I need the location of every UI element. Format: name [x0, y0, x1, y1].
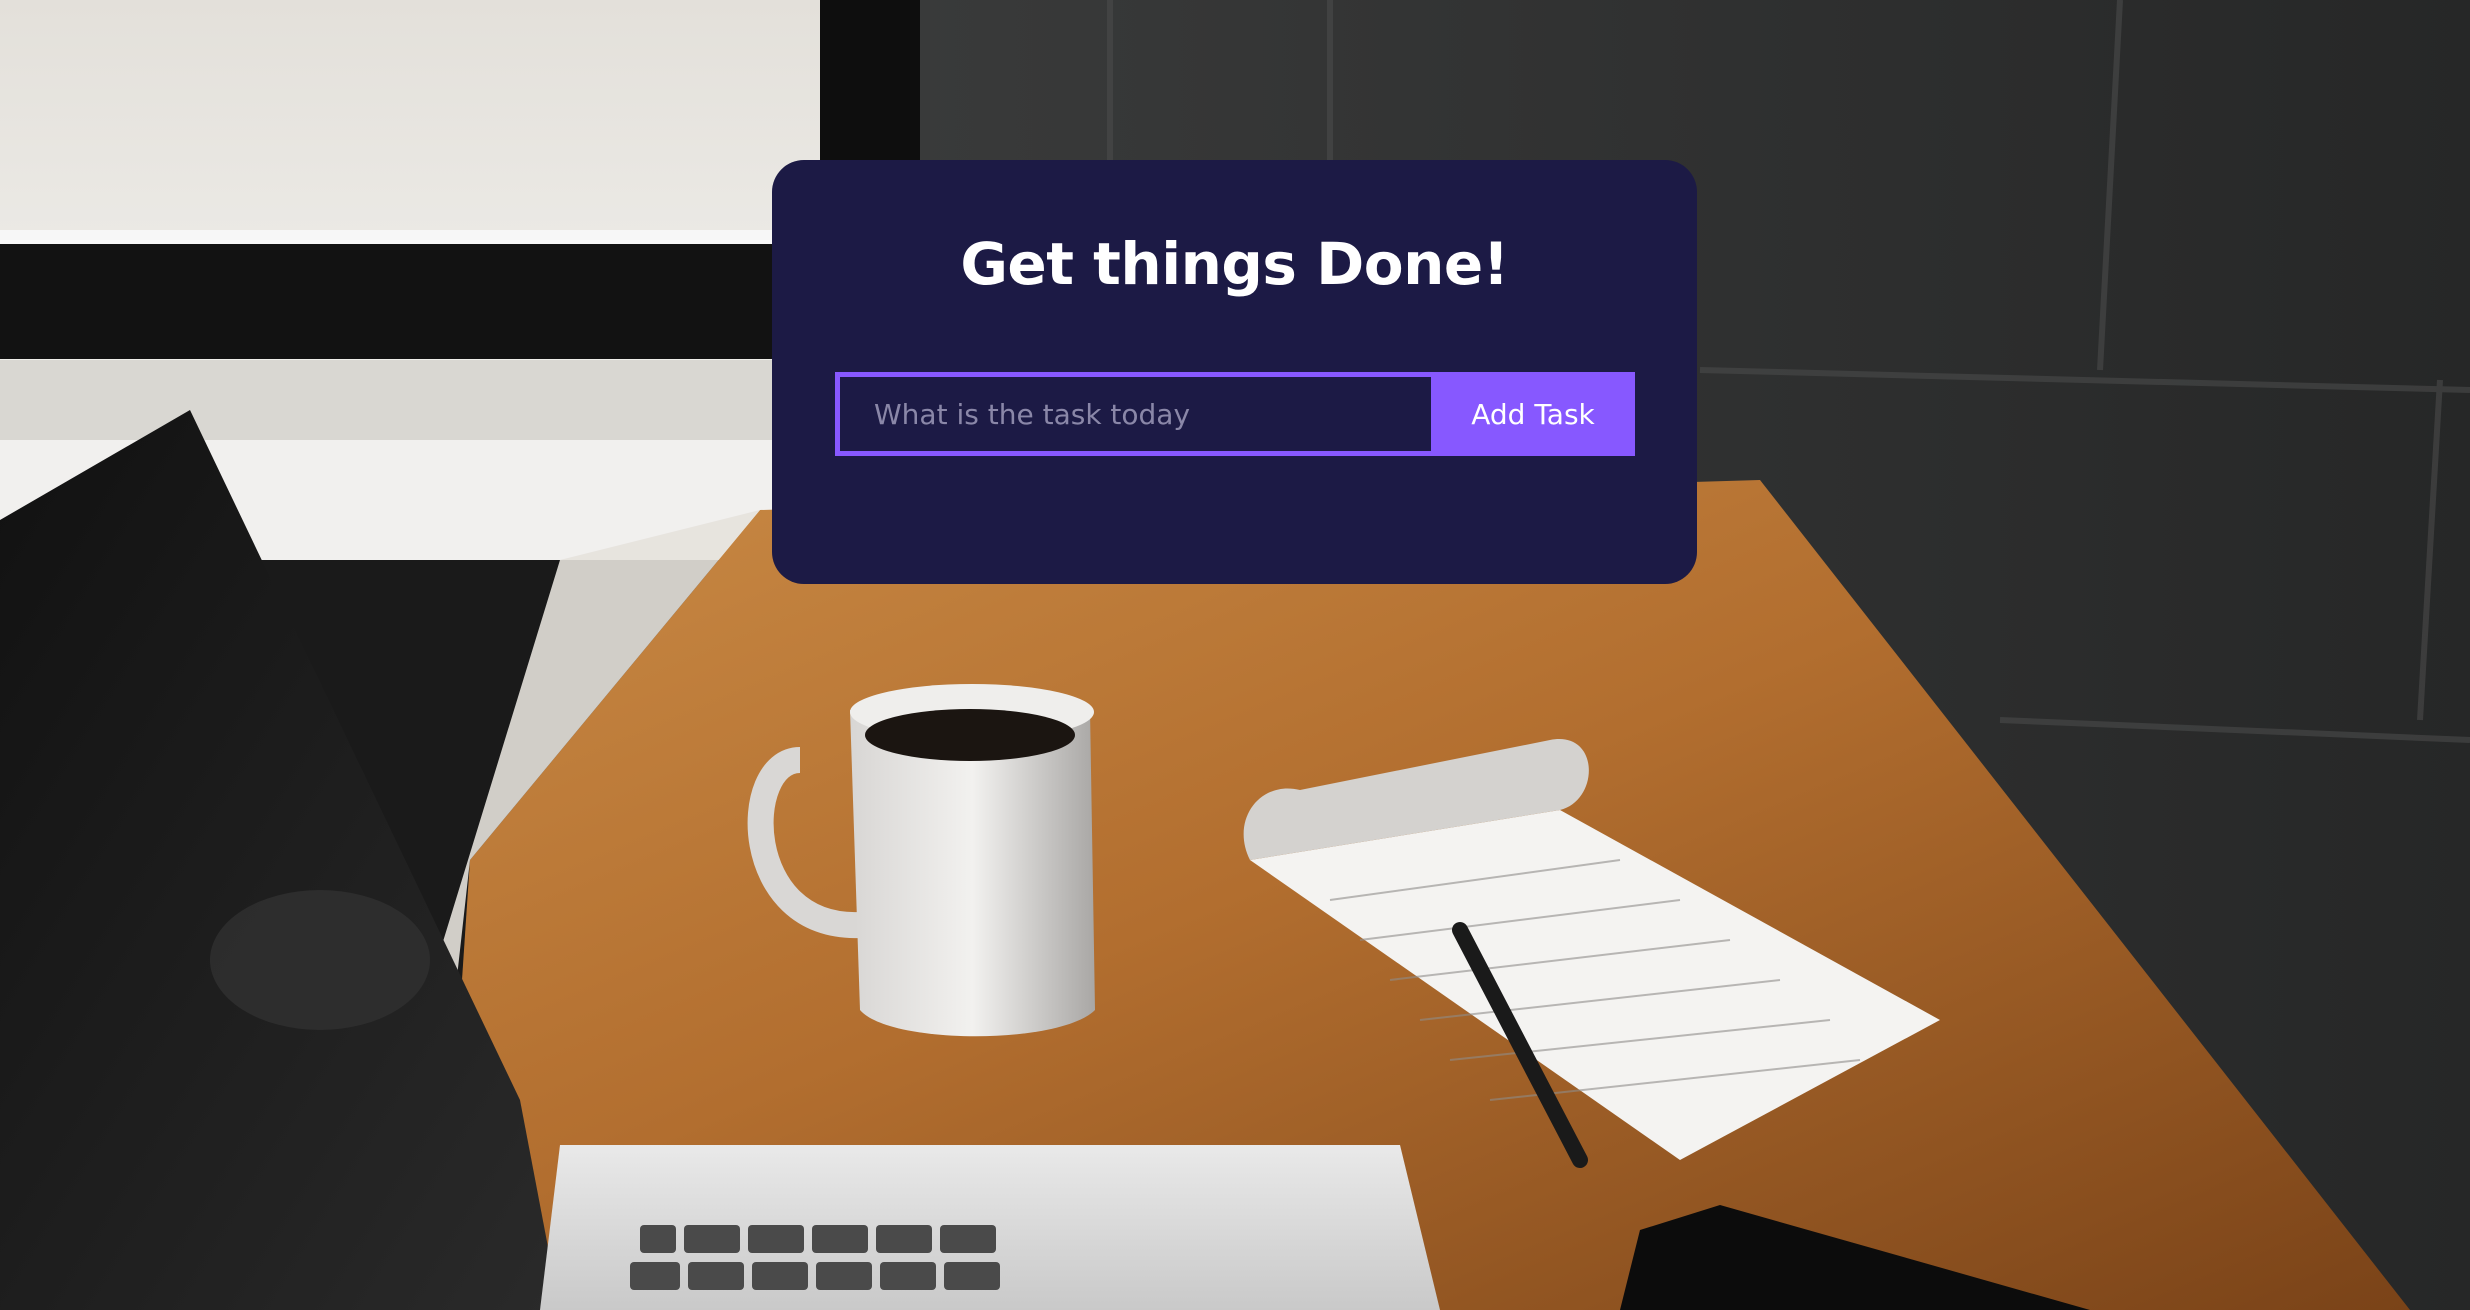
add-task-button[interactable]: Add Task	[1431, 372, 1635, 456]
page-background: Get things Done! Add Task	[0, 0, 2470, 1310]
page-title: Get things Done!	[960, 230, 1509, 298]
task-form: Add Task	[835, 372, 1635, 456]
todo-card: Get things Done! Add Task	[772, 160, 1697, 584]
task-input[interactable]	[835, 372, 1431, 456]
